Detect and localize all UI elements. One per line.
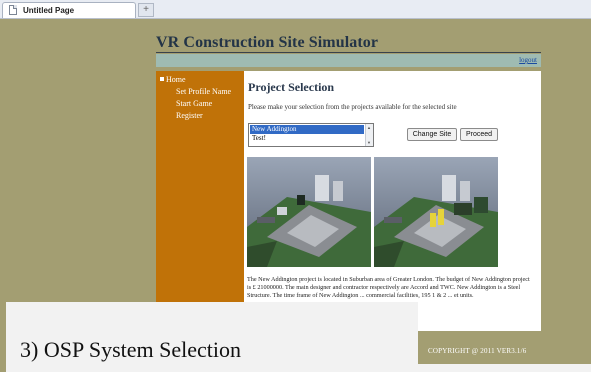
construction-preview-image-left [247,157,371,267]
listbox-scrollbar[interactable]: ▲ ▼ [365,124,373,146]
sidebar-item-start-game[interactable]: Start Game [176,99,212,108]
bottom-strip [418,364,591,372]
top-bar: logout [156,54,541,67]
sidebar-item-label: Home [166,75,186,84]
scroll-down-icon[interactable]: ▼ [367,140,371,145]
browser-tab-title: Untitled Page [23,6,75,15]
sidebar-menu: Home Set Profile Name Start Game Registe… [156,71,244,331]
page-title: Project Selection [248,80,335,94]
new-tab-button[interactable]: + [138,3,154,17]
plus-icon: + [143,4,149,15]
proceed-button[interactable]: Proceed [460,128,498,141]
main-content: Project Selection Please make your selec… [244,71,541,331]
caption-text: 3) OSP System Selection [20,337,242,362]
construction-preview-image-right [374,157,498,267]
logout-link[interactable]: logout [519,56,537,64]
bullet-icon [160,77,164,81]
sidebar-item-set-profile-name[interactable]: Set Profile Name [176,87,231,96]
sidebar-item-home[interactable]: Home [160,75,186,84]
scroll-up-icon[interactable]: ▲ [367,125,371,130]
caption-overlay: 3) OSP System Selection [6,302,418,372]
list-item[interactable]: New Addington [250,125,364,134]
site-title: VR Construction Site Simulator [156,34,379,51]
browser-tab-strip: Untitled Page + [0,0,591,19]
instruction-text: Please make your selection from the proj… [248,103,457,111]
title-divider [156,52,541,53]
list-item[interactable]: Test! [250,134,364,143]
page-icon [9,5,17,15]
copyright-footer: COPYRIGHT @ 2011 VER3.1/6 [428,347,527,355]
project-description: The New Addington project is located in … [247,276,530,299]
browser-tab[interactable]: Untitled Page [2,2,136,18]
project-listbox[interactable]: New Addington Test! ▲ ▼ [248,123,374,147]
sidebar-item-register[interactable]: Register [176,111,203,120]
change-site-button[interactable]: Change Site [407,128,457,141]
